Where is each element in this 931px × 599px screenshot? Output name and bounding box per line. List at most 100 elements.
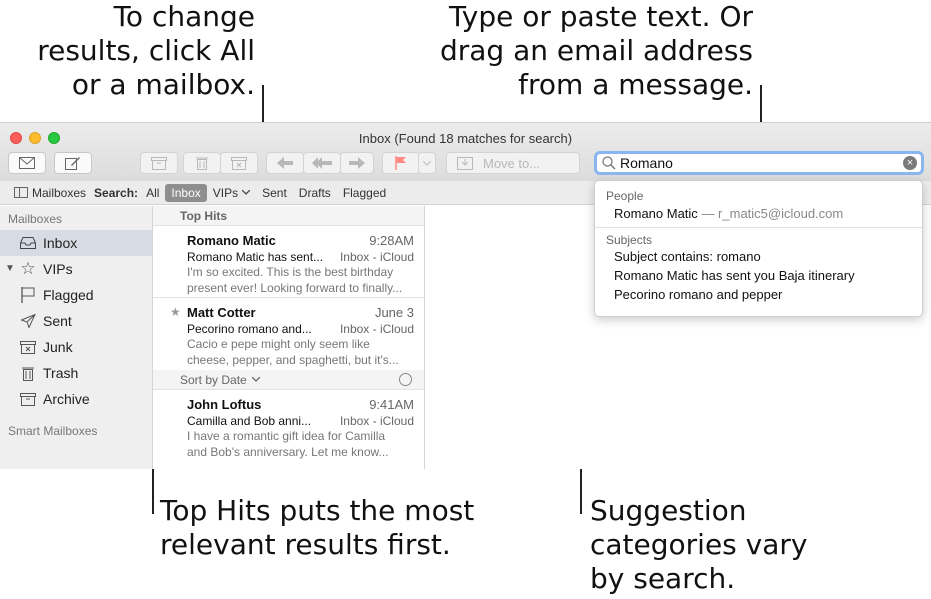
chevron-down-icon: [423, 160, 431, 166]
title-bar: Inbox (Found 18 matches for search) Move…: [0, 123, 931, 181]
flag-icon: [18, 287, 38, 303]
message-preview-line-1: I'm so excited. This is the best birthda…: [187, 265, 394, 279]
archive-icon: [151, 156, 167, 170]
archive-button[interactable]: [140, 152, 178, 174]
envelope-icon: [19, 157, 35, 169]
reply-icon: [277, 157, 293, 169]
message-list: Top Hits Romano Matic 9:28AM Romano Mati…: [153, 206, 425, 469]
scope-sent[interactable]: Sent: [256, 184, 293, 202]
message-preview-line-2: cheese, pepper, and spaghetti, but it's.…: [187, 353, 399, 367]
sidebar-item-flagged[interactable]: Flagged: [0, 282, 152, 308]
search-suggestions-menu: People Romano Matic — r_matic5@icloud.co…: [594, 180, 923, 317]
message-row[interactable]: ★ Matt Cotter June 3 Pecorino romano and…: [153, 298, 424, 370]
paper-plane-icon: [18, 313, 38, 329]
trash-icon: [18, 365, 38, 381]
mailboxes-toggle-label: Mailboxes: [32, 185, 87, 200]
sidebar-item-label: VIPs: [43, 261, 73, 277]
suggestions-people-heading: People: [606, 189, 644, 203]
junk-icon: [18, 339, 38, 355]
suggestion-subject[interactable]: Subject contains: romano: [595, 247, 922, 266]
disclosure-triangle-icon[interactable]: ▼: [5, 263, 15, 274]
flag-menu-button[interactable]: [418, 152, 436, 174]
message-mailbox: Inbox - iCloud: [335, 414, 414, 428]
callout-type-or-paste: Type or paste text. Or drag an email add…: [439, 0, 753, 101]
clear-search-icon[interactable]: ×: [903, 156, 917, 170]
message-row[interactable]: Romano Matic 9:28AM Romano Matic has sen…: [153, 226, 424, 298]
window-title: Inbox (Found 18 matches for search): [358, 131, 573, 146]
suggestion-person-email: — r_matic5@icloud.com: [701, 206, 844, 221]
get-mail-button[interactable]: [8, 152, 46, 174]
compose-pencil-icon: [65, 157, 80, 170]
sidebar-heading-smart-mailboxes: Smart Mailboxes: [8, 424, 98, 438]
message-mailbox: Inbox - iCloud: [335, 322, 414, 336]
compose-button[interactable]: [54, 152, 92, 174]
reply-button[interactable]: [266, 152, 304, 174]
star-icon: ☆: [20, 259, 36, 278]
sidebar-item-label: Archive: [43, 391, 90, 407]
sidebar-item-junk[interactable]: Junk: [0, 334, 152, 360]
suggestion-subject[interactable]: Pecorino romano and pepper: [595, 285, 922, 304]
junk-icon: [231, 156, 247, 170]
suggestion-person-name: Romano Matic: [614, 206, 698, 221]
callout-suggestion-categories: Suggestion categories vary by search.: [590, 494, 808, 595]
suggestions-divider: [595, 227, 922, 228]
move-to-button[interactable]: Move to...: [446, 152, 580, 174]
trash-icon: [196, 157, 208, 170]
search-field[interactable]: ×: [594, 151, 924, 175]
archive-icon: [18, 391, 38, 407]
search-input[interactable]: [620, 155, 900, 171]
sidebar-item-inbox[interactable]: Inbox: [0, 230, 152, 256]
sidebar-heading-mailboxes: Mailboxes: [8, 212, 63, 226]
sort-by-date-label: Sort by Date: [180, 372, 247, 387]
junk-button[interactable]: [220, 152, 258, 174]
inbox-icon: [18, 235, 38, 251]
sidebar-item-label: Trash: [43, 365, 79, 381]
suggestion-person[interactable]: Romano Matic — r_matic5@icloud.com: [595, 204, 922, 223]
message-mailbox: Inbox - iCloud: [335, 250, 414, 264]
sidebar-item-label: Inbox: [43, 235, 78, 251]
sort-by-date-header[interactable]: Sort by Date: [153, 370, 424, 390]
reply-all-button[interactable]: [303, 152, 341, 174]
chevron-down-icon: [242, 190, 251, 195]
suggestion-subject[interactable]: Romano Matic has sent you Baja itinerary: [595, 266, 922, 285]
scope-vips[interactable]: VIPs: [207, 184, 256, 202]
scope-all[interactable]: All: [140, 184, 165, 202]
mailbox-sidebar: Mailboxes Inbox ▼ ☆ VIPs Flagged Sent Ju…: [0, 206, 153, 469]
sidebar-item-label: Sent: [43, 313, 72, 329]
reply-all-icon: [312, 157, 332, 169]
message-preview-line-2: present ever! Looking forward to finally…: [187, 281, 403, 295]
forward-icon: [349, 157, 365, 169]
vip-star-icon: ★: [170, 305, 181, 319]
message-time: 9:28AM: [369, 233, 414, 248]
trash-button[interactable]: [183, 152, 221, 174]
search-scope-label: Search:: [94, 185, 139, 200]
sidebar-item-archive[interactable]: Archive: [0, 386, 152, 412]
top-hits-header: Top Hits: [153, 206, 424, 226]
message-preview-line-2: and Bob's anniversary. Let me know...: [187, 445, 389, 459]
message-preview-line-1: Cacio e pepe might only seem like: [187, 337, 370, 351]
sidebar-icon: [14, 187, 28, 198]
scope-inbox[interactable]: Inbox: [165, 183, 207, 202]
sidebar-item-trash[interactable]: Trash: [0, 360, 152, 386]
sidebar-item-vips[interactable]: ▼ ☆ VIPs: [0, 256, 152, 282]
flag-icon: [395, 156, 406, 170]
sidebar-item-label: Flagged: [43, 287, 94, 303]
scope-vips-label: VIPs: [212, 185, 239, 200]
move-to-icon: [457, 156, 473, 170]
chevron-down-icon: [251, 377, 260, 382]
scope-flagged[interactable]: Flagged: [337, 184, 392, 202]
move-to-label: Move to...: [483, 155, 541, 171]
flag-button[interactable]: [382, 152, 420, 174]
message-row[interactable]: John Loftus 9:41AM Camilla and Bob anni.…: [153, 390, 424, 462]
sidebar-item-label: Junk: [43, 339, 73, 355]
mailboxes-toggle-button[interactable]: Mailboxes: [14, 186, 86, 200]
scope-drafts[interactable]: Drafts: [293, 184, 337, 202]
sidebar-item-sent[interactable]: Sent: [0, 308, 152, 334]
forward-button[interactable]: [340, 152, 374, 174]
callout-change-results: To change results, click All or a mailbo…: [37, 0, 255, 101]
search-icon: [602, 156, 616, 170]
message-time: 9:41AM: [369, 397, 414, 412]
filter-icon[interactable]: [399, 373, 412, 386]
message-preview-line-1: I have a romantic gift idea for Camilla: [187, 429, 386, 443]
suggestions-subjects-heading: Subjects: [606, 233, 653, 247]
